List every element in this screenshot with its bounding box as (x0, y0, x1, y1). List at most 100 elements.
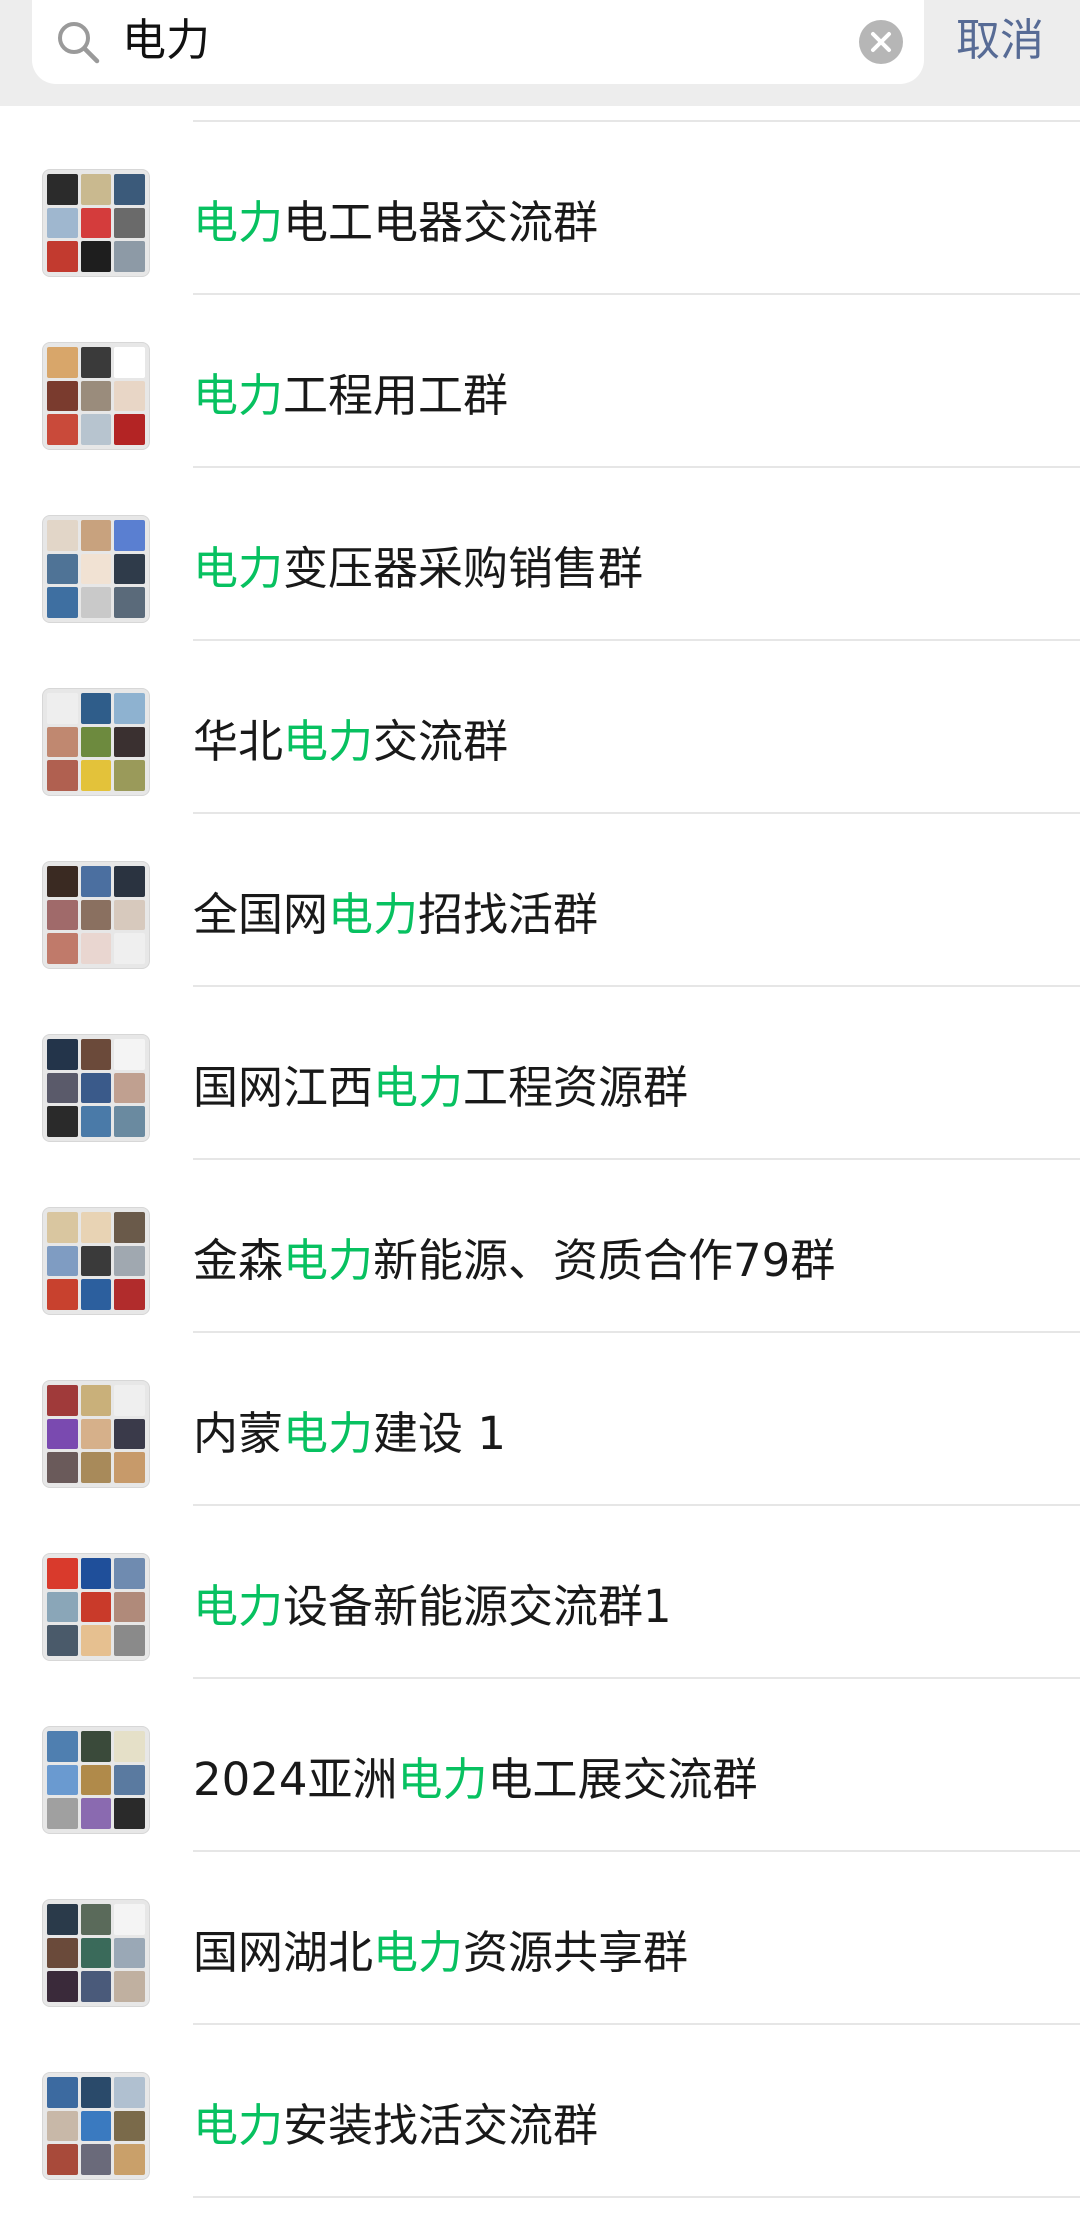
list-item[interactable]: 国网江西电力工程资源群 (0, 987, 1080, 1160)
avatar-tile (80, 207, 112, 239)
avatar-tile (80, 1452, 112, 1483)
avatar-tile (80, 587, 112, 618)
group-name-match: 电力 (283, 1234, 374, 1287)
avatar-tile (47, 1279, 78, 1310)
avatar-tile (114, 1039, 145, 1070)
avatar-tile (80, 1625, 112, 1656)
search-header: 电力 取消 (0, 0, 1080, 106)
group-name: 内蒙电力建设 1 (193, 1395, 506, 1473)
list-item[interactable]: 电力电工电器交流群 (0, 122, 1080, 295)
group-name-suffix: 设备新能源交流群1 (283, 1580, 672, 1633)
group-name-suffix: 资源共享群 (463, 1926, 689, 1979)
search-bar[interactable]: 电力 (32, 0, 924, 84)
avatar-tile (47, 1625, 78, 1656)
group-name-match: 电力 (283, 1407, 374, 1460)
list-item[interactable]: 华北电力交流群 (0, 641, 1080, 814)
avatar-tile (80, 174, 112, 205)
group-name: 全国网电力招找活群 (193, 876, 598, 954)
cancel-button[interactable]: 取消 (956, 8, 1044, 74)
list-item[interactable]: 电力设备新能源交流群1 (0, 1506, 1080, 1679)
group-avatar (42, 1553, 150, 1661)
avatar-tile (80, 1764, 112, 1796)
avatar-tile (114, 866, 145, 897)
group-name-match: 电力 (373, 1926, 464, 1979)
list-item[interactable]: 电力安装找活交流群 (0, 2025, 1080, 2198)
search-input[interactable]: 电力 (122, 8, 210, 74)
avatar-tile (80, 1418, 112, 1450)
avatar-tile (47, 1971, 78, 2002)
avatar-tile (80, 1971, 112, 2002)
avatar-tile (47, 520, 78, 551)
avatar-tile (80, 1937, 112, 1969)
group-name-match: 电力 (193, 2099, 284, 2152)
avatar-tile (80, 1245, 112, 1277)
avatar-tile (114, 2144, 145, 2175)
avatar-tile (114, 1798, 145, 1829)
list-item[interactable]: 金森电力新能源、资质合作79群 (0, 1160, 1080, 1333)
avatar-tile (47, 2110, 78, 2142)
avatar-tile (47, 1106, 78, 1137)
avatar-tile (47, 2144, 78, 2175)
avatar-tile (80, 520, 112, 551)
avatar-tile (80, 241, 112, 272)
group-name-match: 电力 (193, 369, 284, 422)
avatar-tile (114, 899, 145, 931)
avatar-tile (114, 1904, 145, 1935)
avatar-tile (80, 1558, 112, 1589)
group-name-match: 电力 (193, 196, 284, 249)
avatar-tile (47, 380, 78, 412)
list-item[interactable]: 电力工程用工群 (0, 295, 1080, 468)
avatar-tile (114, 1245, 145, 1277)
avatar-tile (114, 1591, 145, 1623)
avatar-tile (114, 1731, 145, 1762)
avatar-tile (47, 1937, 78, 1969)
avatar-tile (47, 553, 78, 585)
avatar-tile (114, 207, 145, 239)
list-item[interactable]: 国网湖北电力资源共享群 (0, 1852, 1080, 2025)
avatar-tile (47, 1764, 78, 1796)
group-name-prefix: 内蒙 (193, 1407, 284, 1460)
group-name: 电力设备新能源交流群1 (193, 1568, 672, 1646)
clear-icon[interactable] (858, 19, 904, 65)
avatar-tile (114, 1971, 145, 2002)
list-item[interactable]: 内蒙电力建设 1 (0, 1333, 1080, 1506)
avatar-tile (47, 207, 78, 239)
group-name: 电力变压器采购销售群 (193, 530, 643, 608)
avatar-tile (80, 2144, 112, 2175)
avatar-tile (114, 1106, 145, 1137)
list-item[interactable]: 2024亚洲电力电工展交流群 (0, 1679, 1080, 1852)
group-name-suffix: 工程用工群 (283, 369, 509, 422)
list-item[interactable]: 全国网电力招找活群 (0, 814, 1080, 987)
avatar-tile (114, 1279, 145, 1310)
search-icon (58, 22, 100, 64)
group-name-match: 电力 (373, 1061, 464, 1114)
avatar-tile (80, 1798, 112, 1829)
avatar-tile (114, 347, 145, 378)
group-name-match: 电力 (283, 715, 374, 768)
group-avatar (42, 515, 150, 623)
group-name-prefix: 2024亚洲 (193, 1753, 398, 1806)
avatar-tile (47, 1798, 78, 1829)
avatar-tile (114, 241, 145, 272)
avatar-tile (47, 347, 78, 378)
avatar-tile (47, 726, 78, 758)
avatar-tile (47, 1452, 78, 1483)
group-avatar (42, 1207, 150, 1315)
group-name: 国网江西电力工程资源群 (193, 1049, 688, 1127)
avatar-tile (80, 1072, 112, 1104)
group-name-match: 电力 (193, 1580, 284, 1633)
group-name-prefix: 金森 (193, 1234, 284, 1287)
avatar-tile (80, 347, 112, 378)
avatar-tile (47, 241, 78, 272)
avatar-tile (80, 933, 112, 964)
avatar-tile (80, 2110, 112, 2142)
group-name-prefix: 华北 (193, 715, 284, 768)
list-item[interactable]: 电力变压器采购销售群 (0, 468, 1080, 641)
group-name-prefix: 全国网 (193, 888, 329, 941)
avatar-tile (114, 1558, 145, 1589)
avatar-tile (114, 587, 145, 618)
group-name-suffix: 电工电器交流群 (283, 196, 599, 249)
avatar-tile (47, 1212, 78, 1243)
avatar-tile (114, 760, 145, 791)
group-name-prefix: 国网江西 (193, 1061, 374, 1114)
